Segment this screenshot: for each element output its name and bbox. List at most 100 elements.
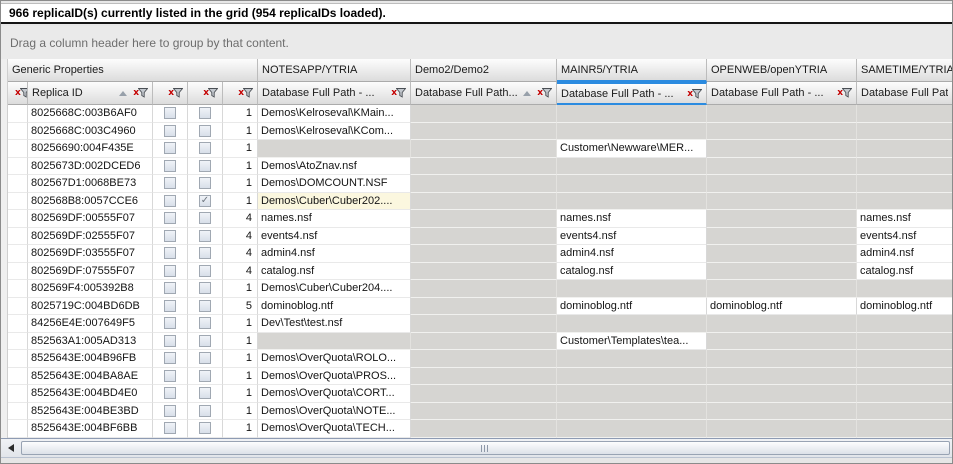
column-header-count[interactable]: x — [223, 82, 258, 105]
column-header-replica_id[interactable]: Replica IDx — [28, 82, 153, 105]
group-header-cell[interactable]: SAMETIME/YTRIA — [857, 59, 952, 82]
path-cell-mainr5[interactable] — [557, 280, 707, 298]
path-cell-mainr5[interactable] — [557, 315, 707, 333]
replica-id-cell[interactable]: 8525643E:004BA8AE — [28, 368, 153, 386]
replica-id-cell[interactable]: 8025668C:003C4960 — [28, 123, 153, 141]
group-by-panel[interactable]: Drag a column header here to group by th… — [1, 26, 952, 59]
column-header-openweb[interactable]: Database Full Path - ...x — [707, 82, 857, 105]
path-cell-notesapp[interactable]: events4.nsf — [258, 228, 411, 246]
replica-id-cell[interactable]: 802568B8:0057CCE6 — [28, 193, 153, 211]
path-cell-sametime[interactable] — [857, 315, 952, 333]
row-indicator-cell[interactable] — [8, 280, 28, 298]
path-cell-demo2[interactable] — [411, 385, 557, 403]
checkbox-unchecked[interactable] — [164, 107, 176, 119]
replica-id-cell[interactable]: 802569DF:03555F07 — [28, 245, 153, 263]
filter-icon[interactable]: x — [537, 88, 552, 98]
path-cell-demo2[interactable] — [411, 140, 557, 158]
path-cell-notesapp[interactable]: Demos\Kelroseval\KCom... — [258, 123, 411, 141]
replica-count-cell[interactable]: 1 — [223, 368, 258, 386]
path-cell-sametime[interactable] — [857, 193, 952, 211]
row-indicator-cell[interactable] — [8, 263, 28, 281]
path-cell-sametime[interactable]: dominoblog.ntf — [857, 298, 952, 316]
path-cell-openweb[interactable] — [707, 263, 857, 281]
row-indicator-cell[interactable] — [8, 315, 28, 333]
path-cell-demo2[interactable] — [411, 350, 557, 368]
row-indicator-cell[interactable] — [8, 140, 28, 158]
path-cell-sametime[interactable] — [857, 403, 952, 421]
checkbox-unchecked[interactable] — [164, 265, 176, 277]
path-cell-notesapp[interactable]: Demos\OverQuota\TECH... — [258, 420, 411, 438]
path-cell-mainr5[interactable] — [557, 105, 707, 123]
checkbox-unchecked[interactable] — [164, 370, 176, 382]
replica-count-cell[interactable]: 5 — [223, 298, 258, 316]
path-cell-demo2[interactable] — [411, 315, 557, 333]
checkbox-unchecked[interactable] — [199, 352, 211, 364]
path-cell-mainr5[interactable] — [557, 158, 707, 176]
scroll-left-button[interactable] — [3, 441, 19, 455]
group-header-cell[interactable]: Generic Properties — [8, 59, 258, 82]
checkbox-unchecked[interactable] — [164, 282, 176, 294]
path-cell-demo2[interactable] — [411, 228, 557, 246]
path-cell-sametime[interactable] — [857, 105, 952, 123]
path-cell-demo2[interactable] — [411, 368, 557, 386]
path-cell-sametime[interactable] — [857, 280, 952, 298]
path-cell-demo2[interactable] — [411, 105, 557, 123]
checkbox-unchecked[interactable] — [164, 230, 176, 242]
column-header-sametime[interactable]: Database Full Pat — [857, 82, 952, 105]
replica-count-cell[interactable]: 1 — [223, 420, 258, 438]
path-cell-notesapp[interactable]: Demos\Cuber\Cuber204.... — [258, 280, 411, 298]
row-indicator-cell[interactable] — [8, 350, 28, 368]
replica-count-cell[interactable]: 1 — [223, 385, 258, 403]
checkbox-unchecked[interactable] — [164, 352, 176, 364]
checkbox-unchecked[interactable] — [199, 422, 211, 434]
path-cell-sametime[interactable]: admin4.nsf — [857, 245, 952, 263]
replica-id-cell[interactable]: 8525643E:004BD4E0 — [28, 385, 153, 403]
checkbox-unchecked[interactable] — [164, 300, 176, 312]
replica-count-cell[interactable]: 1 — [223, 175, 258, 193]
path-cell-sametime[interactable] — [857, 175, 952, 193]
checkbox-checked[interactable]: ✓ — [199, 195, 211, 207]
path-cell-demo2[interactable] — [411, 245, 557, 263]
replica-count-cell[interactable]: 4 — [223, 228, 258, 246]
checkbox-unchecked[interactable] — [199, 387, 211, 399]
group-header-cell[interactable]: NOTESAPP/YTRIA — [258, 59, 411, 82]
path-cell-openweb[interactable] — [707, 175, 857, 193]
replica-count-cell[interactable]: 1 — [223, 193, 258, 211]
path-cell-openweb[interactable] — [707, 403, 857, 421]
path-cell-mainr5[interactable] — [557, 350, 707, 368]
checkbox-unchecked[interactable] — [164, 422, 176, 434]
replica-id-cell[interactable]: 8025673D:002DCED6 — [28, 158, 153, 176]
checkbox-unchecked[interactable] — [164, 317, 176, 329]
replica-id-cell[interactable]: 802569F4:005392B8 — [28, 280, 153, 298]
checkbox-unchecked[interactable] — [199, 317, 211, 329]
row-indicator-cell[interactable] — [8, 420, 28, 438]
replica-count-cell[interactable]: 1 — [223, 315, 258, 333]
path-cell-notesapp[interactable]: Demos\Cuber\Cuber202.... — [258, 193, 411, 211]
replica-count-cell[interactable]: 4 — [223, 210, 258, 228]
path-cell-demo2[interactable] — [411, 298, 557, 316]
path-cell-mainr5[interactable]: names.nsf — [557, 210, 707, 228]
path-cell-demo2[interactable] — [411, 175, 557, 193]
path-cell-openweb[interactable] — [707, 210, 857, 228]
path-cell-sametime[interactable] — [857, 385, 952, 403]
path-cell-openweb[interactable] — [707, 228, 857, 246]
path-cell-notesapp[interactable]: dominoblog.ntf — [258, 298, 411, 316]
checkbox-unchecked[interactable] — [199, 177, 211, 189]
path-cell-sametime[interactable] — [857, 123, 952, 141]
path-cell-openweb[interactable] — [707, 245, 857, 263]
path-cell-notesapp[interactable] — [258, 140, 411, 158]
checkbox-unchecked[interactable] — [199, 300, 211, 312]
group-header-cell[interactable]: MAINR5/YTRIA — [557, 59, 707, 82]
checkbox-unchecked[interactable] — [164, 142, 176, 154]
path-cell-demo2[interactable] — [411, 210, 557, 228]
path-cell-openweb[interactable] — [707, 420, 857, 438]
path-cell-demo2[interactable] — [411, 263, 557, 281]
path-cell-sametime[interactable] — [857, 140, 952, 158]
group-header-cell[interactable]: OPENWEB/openYTRIA — [707, 59, 857, 82]
path-cell-sametime[interactable] — [857, 368, 952, 386]
column-header-mainr5[interactable]: Database Full Path - ...x — [557, 82, 707, 105]
row-indicator-cell[interactable] — [8, 368, 28, 386]
row-indicator-cell[interactable] — [8, 333, 28, 351]
checkbox-unchecked[interactable] — [199, 265, 211, 277]
path-cell-notesapp[interactable]: names.nsf — [258, 210, 411, 228]
